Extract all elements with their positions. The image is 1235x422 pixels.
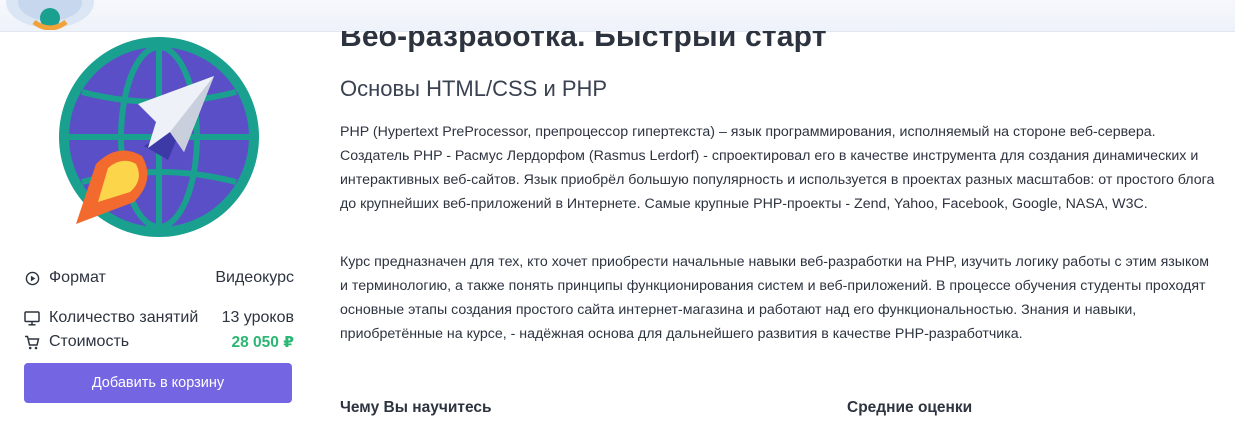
site-logo-icon[interactable] — [4, 0, 114, 30]
meta-value-format: Видеокурс — [215, 269, 294, 286]
meta-label-lessons: Количество занятий — [49, 309, 199, 326]
page-title: Веб-разработка. Быстрый старт — [340, 31, 827, 53]
page-title-wrapper: Веб-разработка. Быстрый старт — [330, 31, 1030, 71]
add-to-cart-button[interactable]: Добавить в корзину — [24, 363, 292, 403]
page-subtitle: Основы HTML/CSS и PHP — [340, 76, 608, 101]
cart-icon — [24, 334, 40, 350]
course-rocket-globe-icon — [59, 37, 259, 237]
meta-row-lessons: Количество занятий 13 уроков — [24, 308, 294, 328]
meta-row-format: Формат Видеокурс — [24, 268, 294, 288]
monitor-icon — [24, 310, 40, 326]
meta-row-price: Стоимость 28 050 ₽ — [24, 332, 294, 352]
meta-value-price: 28 050 ₽ — [231, 333, 295, 351]
meta-label-format: Формат — [49, 269, 106, 286]
description-paragraph-2: Курс предназначен для тех, кто хочет при… — [340, 254, 1209, 342]
play-circle-icon — [24, 270, 40, 286]
section-heading-learn: Чему Вы научитесь — [340, 399, 492, 416]
meta-label-price: Стоимость — [49, 333, 130, 350]
meta-value-lessons: 13 уроков — [221, 309, 294, 326]
section-heading-ratings: Средние оценки — [847, 399, 973, 416]
site-header — [0, 0, 1235, 32]
description-paragraph-1: PHP (Hypertext PreProcessor, препроцессо… — [340, 124, 1215, 212]
